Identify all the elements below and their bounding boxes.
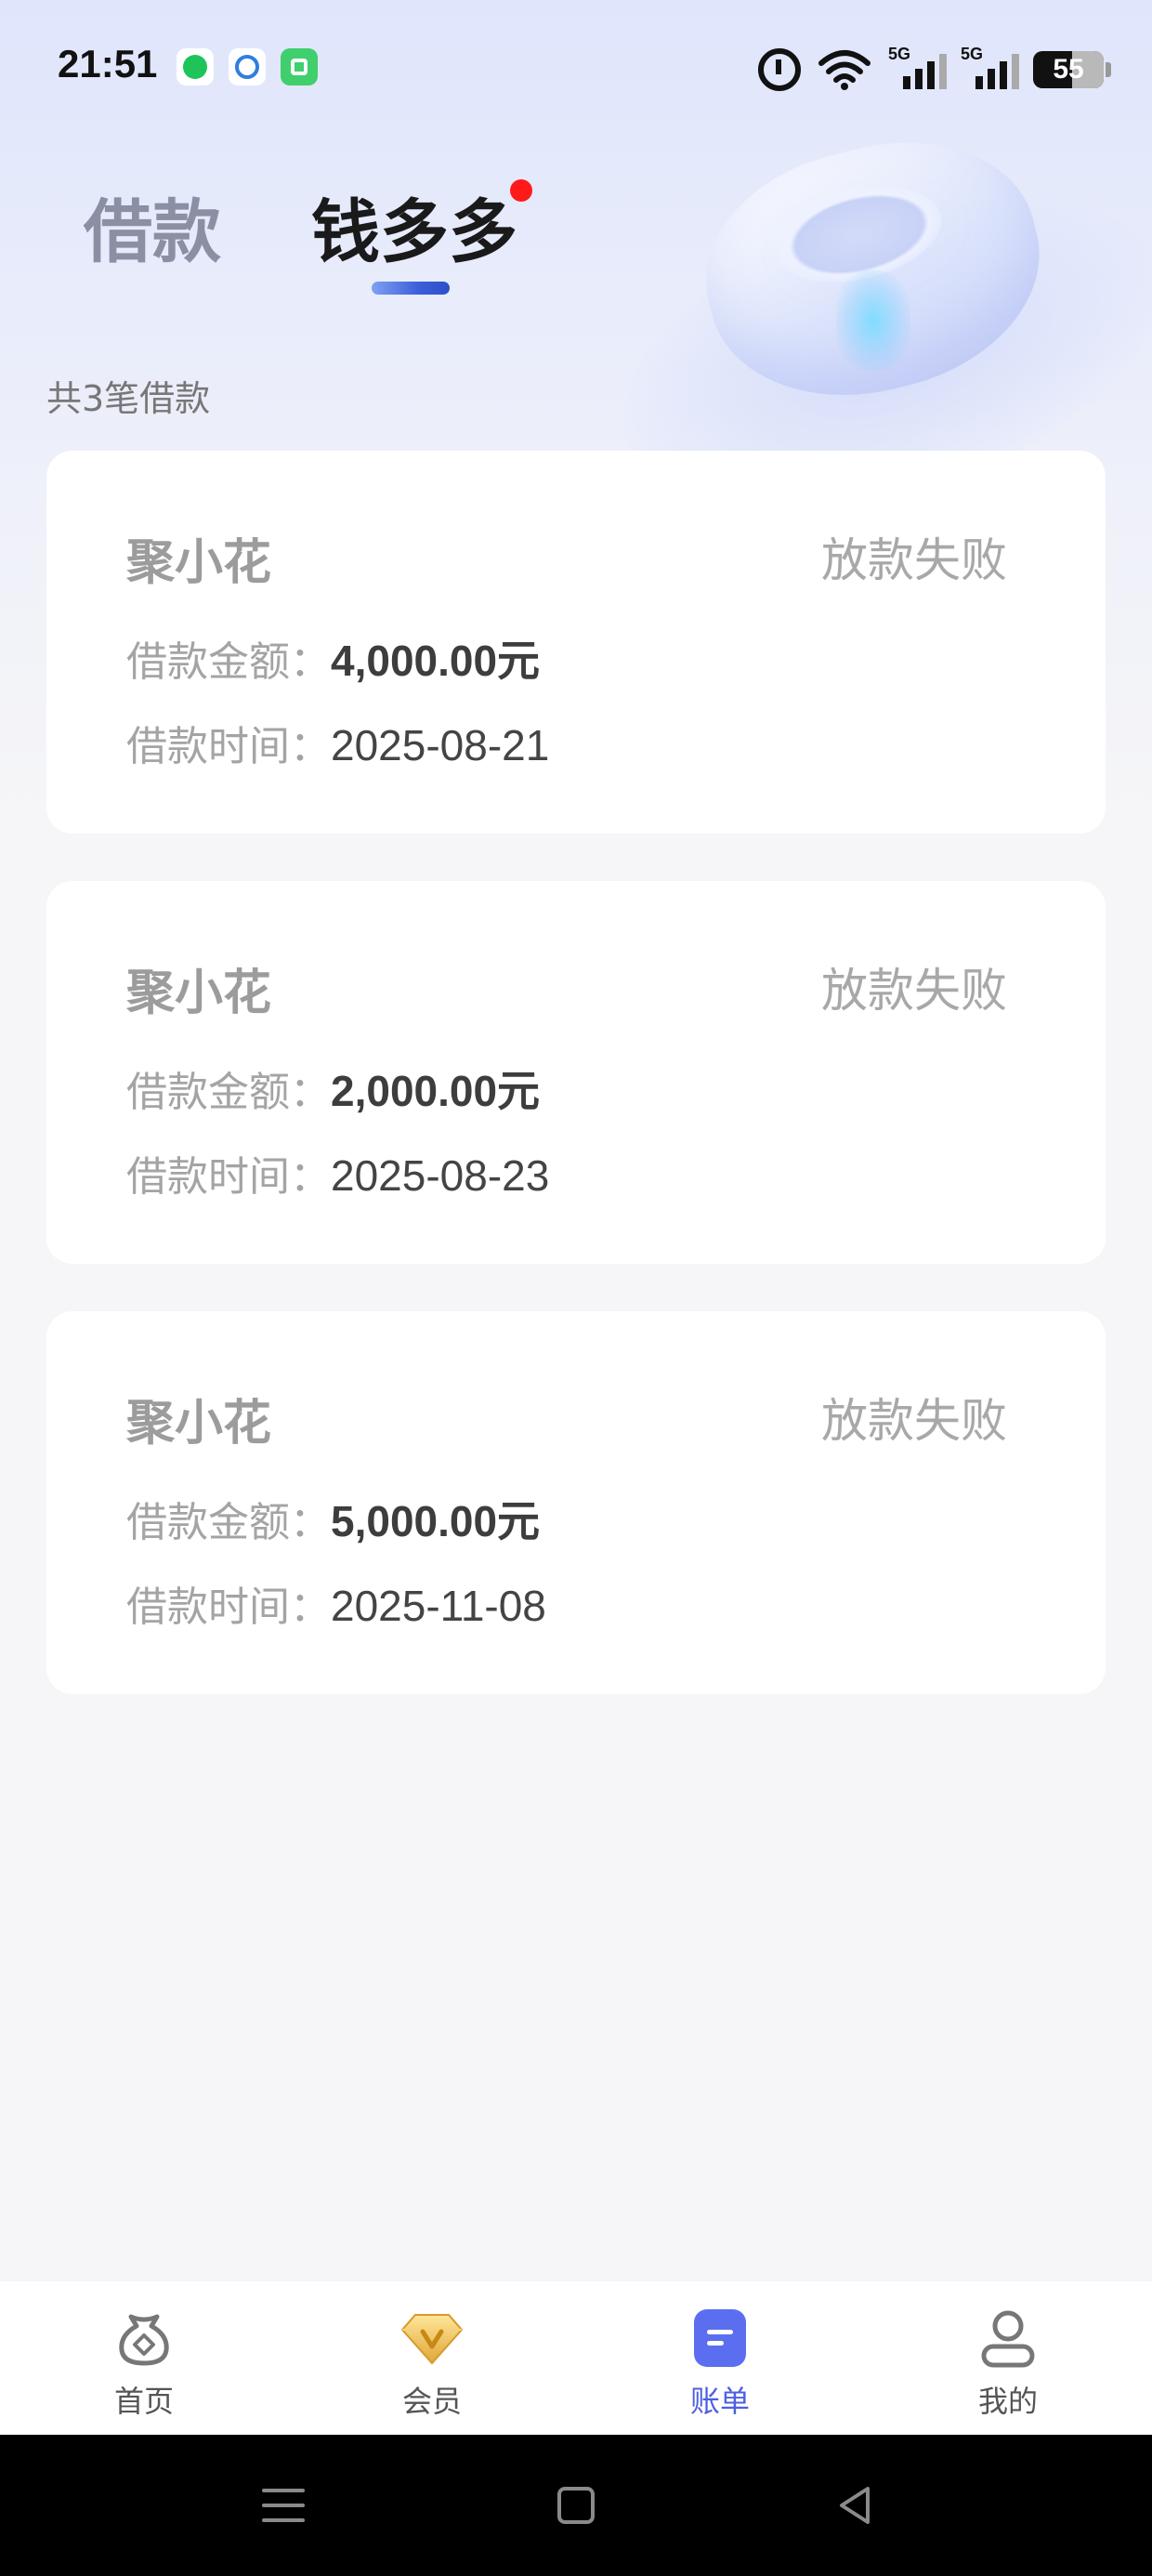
loan-product-name: 聚小花	[126, 966, 272, 1021]
wifi-icon	[818, 47, 871, 92]
battery-level: 55	[1053, 54, 1084, 85]
tab-qianduoduo[interactable]: 钱多多	[311, 177, 517, 276]
battery-icon: 55	[1033, 47, 1111, 92]
person-icon	[975, 2304, 1041, 2371]
message-app-notification-icon	[177, 48, 214, 85]
loan-amount-row: 借款金额： 4,000.00元	[126, 627, 540, 689]
back-triangle-icon[interactable]	[827, 2477, 883, 2533]
loan-status: 放款失败	[821, 1394, 1007, 1448]
loan-date-row: 借款时间： 2025-11-08	[126, 1573, 546, 1633]
loan-product-name: 聚小花	[126, 535, 272, 591]
loan-date-value: 2025-08-23	[331, 1151, 550, 1200]
loan-date-label: 借款时间：	[126, 1584, 331, 1631]
loan-status: 放款失败	[821, 964, 1007, 1018]
nav-label-bill: 账单	[689, 2384, 750, 2419]
diamond-v-icon	[399, 2304, 465, 2371]
nav-item-bill[interactable]: 账单	[576, 2281, 864, 2435]
loan-card[interactable]: 聚小花 放款失败 借款金额： 2,000.00元 借款时间： 2025-08-2…	[46, 881, 1106, 1264]
loan-amount-value: 5,000.00元	[331, 1497, 541, 1545]
nav-label-home: 首页	[113, 2384, 174, 2419]
bottom-navigation: 首页 会员 账单 我的	[0, 2281, 1152, 2435]
loan-amount-row: 借款金额： 2,000.00元	[126, 1058, 540, 1119]
tab-jiekuan[interactable]: 借款	[84, 177, 221, 276]
cellular-signal-2-icon: 5G	[961, 45, 1019, 92]
nav-item-mine[interactable]: 我的	[864, 2281, 1152, 2435]
system-navigation-bar	[0, 2435, 1152, 2576]
loan-count-label: 共3笔借款	[46, 378, 211, 419]
menu-icon[interactable]	[256, 2477, 312, 2533]
loan-amount-label: 借款金额：	[126, 638, 331, 686]
cellular-signal-1-icon: 5G	[888, 45, 947, 92]
active-tab-indicator	[372, 282, 450, 295]
loan-product-name: 聚小花	[126, 1396, 272, 1452]
nav-label-vip: 会员	[401, 2384, 462, 2419]
loan-card[interactable]: 聚小花 放款失败 借款金额： 4,000.00元 借款时间： 2025-08-2…	[46, 451, 1106, 834]
sync-app-notification-icon	[229, 48, 266, 85]
decorative-glow	[836, 269, 910, 372]
tab-badge-dot	[510, 179, 532, 202]
loan-amount-label: 借款金额：	[126, 1069, 331, 1116]
loan-date-value: 2025-11-08	[331, 1582, 546, 1630]
loan-date-row: 借款时间： 2025-08-21	[126, 713, 549, 772]
alarm-icon	[758, 47, 801, 92]
home-square-icon[interactable]	[548, 2477, 604, 2533]
loan-card[interactable]: 聚小花 放款失败 借款金额： 5,000.00元 借款时间： 2025-11-0…	[46, 1311, 1106, 1694]
status-bar: 21:51 5G 5G 55	[0, 0, 1152, 139]
status-time: 21:51	[58, 42, 158, 85]
loan-amount-label: 借款金额：	[126, 1499, 331, 1546]
loan-amount-value: 2,000.00元	[331, 1067, 541, 1115]
loan-amount-value: 4,000.00元	[331, 637, 541, 685]
nav-item-vip[interactable]: 会员	[288, 2281, 576, 2435]
loan-amount-row: 借款金额： 5,000.00元	[126, 1488, 540, 1549]
nav-item-home[interactable]: 首页	[0, 2281, 288, 2435]
nav-label-mine: 我的	[977, 2384, 1038, 2419]
bill-icon	[687, 2304, 753, 2371]
loan-date-label: 借款时间：	[126, 1153, 331, 1201]
loan-status: 放款失败	[821, 533, 1007, 587]
money-bag-icon	[111, 2304, 177, 2371]
loan-date-label: 借款时间：	[126, 723, 331, 770]
loan-date-row: 借款时间： 2025-08-23	[126, 1143, 549, 1203]
loan-date-value: 2025-08-21	[331, 721, 550, 769]
green-app-notification-icon	[281, 48, 318, 85]
